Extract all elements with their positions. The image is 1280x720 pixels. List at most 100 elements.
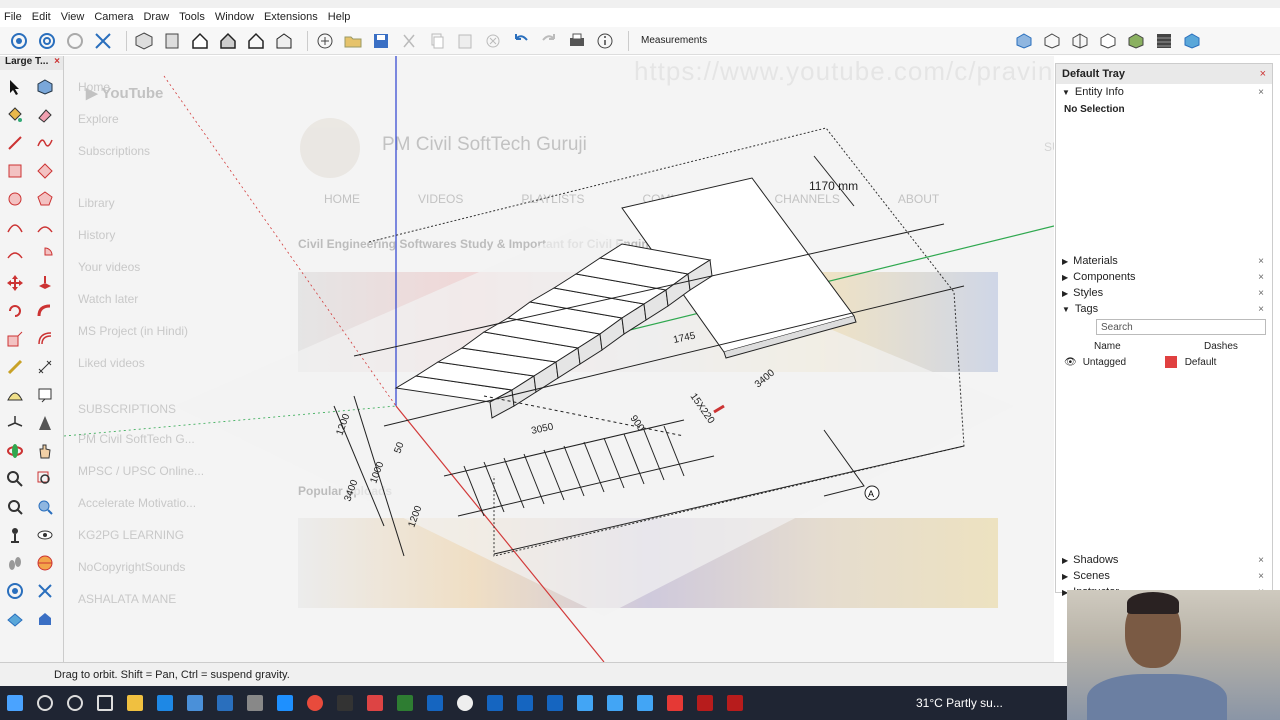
back-edges-style-icon[interactable] [1041, 30, 1063, 52]
left-view-icon[interactable] [273, 30, 295, 52]
right-view-icon[interactable] [217, 30, 239, 52]
tray-section-components[interactable]: ▶ Components × [1056, 269, 1272, 285]
cut-icon[interactable] [398, 30, 420, 52]
terminal-icon[interactable] [337, 695, 353, 711]
store-icon[interactable] [217, 695, 233, 711]
section-plane-icon[interactable] [8, 30, 30, 52]
hidden-line-style-icon[interactable] [1097, 30, 1119, 52]
model-info-icon[interactable] [594, 30, 616, 52]
tag-row-untagged[interactable]: 👁 Untagged Default [1056, 354, 1272, 370]
line-icon[interactable] [4, 132, 26, 154]
wireframe-style-icon[interactable] [1069, 30, 1091, 52]
section-fill-icon[interactable] [64, 30, 86, 52]
app-icon-2[interactable] [577, 695, 593, 711]
entity-info-section[interactable]: ▼ Entity Info × [1056, 84, 1272, 100]
arc-icon[interactable] [4, 216, 26, 238]
excel-icon[interactable] [397, 695, 413, 711]
circle-icon[interactable] [4, 188, 26, 210]
autocad-icon[interactable] [367, 695, 383, 711]
close-icon[interactable]: × [1258, 272, 1264, 283]
axes-icon[interactable] [4, 412, 26, 434]
column-dashes[interactable]: Dashes [1204, 341, 1238, 352]
walk-icon[interactable] [4, 552, 26, 574]
tray-section-scenes[interactable]: ▶ Scenes × [1056, 568, 1272, 584]
tape-measure-icon[interactable] [4, 356, 26, 378]
menu-edit[interactable]: Edit [32, 11, 51, 23]
cortana-icon[interactable] [67, 695, 83, 711]
menu-camera[interactable]: Camera [94, 11, 133, 23]
pan-icon[interactable] [34, 440, 56, 462]
iso-view-icon[interactable] [133, 30, 155, 52]
app-icon-3[interactable] [727, 695, 743, 711]
sandbox-icon[interactable] [4, 580, 26, 602]
tag-color-swatch[interactable] [1164, 356, 1177, 368]
previous-view-icon[interactable] [34, 496, 56, 518]
model-viewport[interactable]: https://www.youtube.com/c/pravinmane ▶ Y… [64, 56, 1054, 662]
copy-icon[interactable] [426, 30, 448, 52]
zoom-icon[interactable] [4, 468, 26, 490]
two-point-arc-icon[interactable] [34, 216, 56, 238]
menu-draw[interactable]: Draw [143, 11, 169, 23]
paint-bucket-icon[interactable] [4, 104, 26, 126]
save-icon[interactable] [370, 30, 392, 52]
zoom-extents-icon[interactable] [4, 496, 26, 518]
front-view-icon[interactable] [189, 30, 211, 52]
select-icon[interactable] [4, 76, 26, 98]
sketchup-icon[interactable] [607, 695, 623, 711]
rotate-icon[interactable] [4, 300, 26, 322]
word-icon[interactable] [487, 695, 503, 711]
position-camera-icon[interactable] [4, 524, 26, 546]
protractor-icon[interactable] [4, 384, 26, 406]
extension-icon[interactable] [34, 608, 56, 630]
windows-start-icon[interactable] [7, 695, 23, 711]
pie-icon[interactable] [34, 244, 56, 266]
open-folder-icon[interactable] [342, 30, 364, 52]
redo-icon[interactable] [538, 30, 560, 52]
tray-section-styles[interactable]: ▶ Styles × [1056, 285, 1272, 301]
scale-icon[interactable] [4, 328, 26, 350]
section-cut-icon[interactable] [36, 30, 58, 52]
column-name[interactable]: Name [1094, 341, 1174, 352]
textured-style-icon[interactable] [1153, 30, 1175, 52]
mail-icon[interactable] [187, 695, 203, 711]
close-icon[interactable]: × [1258, 555, 1264, 566]
menu-help[interactable]: Help [328, 11, 351, 23]
menu-extensions[interactable]: Extensions [264, 11, 318, 23]
push-pull-icon[interactable] [34, 272, 56, 294]
weather-text[interactable]: 31°C Partly su... [916, 696, 1003, 710]
undo-icon[interactable] [510, 30, 532, 52]
move-icon[interactable] [4, 272, 26, 294]
close-icon[interactable]: × [1260, 68, 1266, 80]
acrobat-icon[interactable] [697, 695, 713, 711]
close-icon[interactable]: × [1258, 87, 1264, 98]
print-icon[interactable] [566, 30, 588, 52]
menu-view[interactable]: View [61, 11, 85, 23]
chrome-icon[interactable] [307, 695, 323, 711]
menu-tools[interactable]: Tools [179, 11, 205, 23]
tray-section-materials[interactable]: ▶ Materials × [1056, 253, 1272, 269]
settings-icon[interactable] [247, 695, 263, 711]
task-view-icon[interactable] [97, 695, 113, 711]
xray-style-icon[interactable] [1013, 30, 1035, 52]
app-icon[interactable] [457, 695, 473, 711]
hide-icon[interactable] [92, 30, 114, 52]
tags-search-input[interactable]: Search [1096, 319, 1266, 335]
tray-section-shadows[interactable]: ▶ Shadows × [1056, 552, 1272, 568]
eraser-icon[interactable] [34, 104, 56, 126]
3d-text-icon[interactable] [34, 412, 56, 434]
look-around-icon[interactable] [34, 524, 56, 546]
zoom-window-icon[interactable] [34, 468, 56, 490]
close-icon[interactable]: × [1258, 571, 1264, 582]
back-view-icon[interactable] [245, 30, 267, 52]
section-plane-tool-icon[interactable] [34, 552, 56, 574]
text-icon[interactable] [34, 384, 56, 406]
close-icon[interactable]: × [1258, 288, 1264, 299]
recorder-icon[interactable] [667, 695, 683, 711]
layout-icon[interactable] [637, 695, 653, 711]
revit-icon[interactable] [427, 695, 443, 711]
follow-me-icon[interactable] [34, 300, 56, 322]
warehouse-icon[interactable] [4, 608, 26, 630]
file-explorer-icon[interactable] [127, 695, 143, 711]
monochrome-style-icon[interactable] [1181, 30, 1203, 52]
menu-window[interactable]: Window [215, 11, 254, 23]
